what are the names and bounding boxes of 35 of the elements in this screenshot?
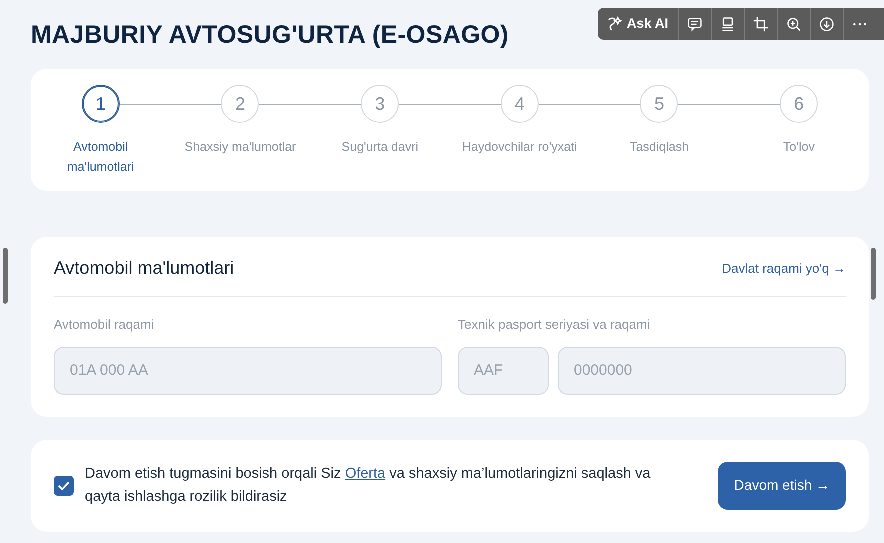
consent-checkbox[interactable] — [54, 476, 74, 496]
input-field[interactable]: 0000000 — [558, 346, 846, 394]
page-title: MAJBURIY AVTOSUG'URTA (E-OSAGO) — [31, 20, 509, 50]
step-circle[interactable]: 6 — [780, 85, 818, 123]
continue-button[interactable]: Davom etish → — [718, 462, 846, 510]
crop-icon — [752, 16, 769, 32]
check-icon — [58, 480, 70, 490]
input-field[interactable]: 01A 000 AA — [54, 346, 442, 394]
step-label: Haydovchilar ro'yxati — [462, 139, 578, 156]
step-circle[interactable]: 4 — [500, 85, 539, 123]
oferta-link[interactable]: Oferta — [345, 466, 386, 482]
zoom-in-icon — [786, 16, 802, 32]
step-label: Shaxsiy ma'lumotlar — [184, 139, 296, 156]
step-circle[interactable]: 3 — [361, 85, 400, 123]
field-label: Avtomobil raqami — [54, 316, 156, 334]
step-label: Tasdiqlash — [630, 139, 690, 156]
step-label: Sug'urta davri — [342, 139, 419, 156]
more-icon — [852, 22, 868, 26]
step-circle[interactable]: 5 — [640, 85, 678, 123]
field-label: Texnik pasport seriyasi va raqami — [458, 316, 652, 334]
no-plate-link[interactable]: Davlat raqami yo'q → — [722, 258, 846, 278]
card-title: Avtomobil ma'lumotlari — [54, 257, 234, 280]
scroll-handle[interactable] — [3, 248, 8, 304]
comment-icon — [686, 16, 703, 32]
ask-ai-button[interactable]: Ask AI — [598, 8, 678, 40]
step-circle[interactable]: 2 — [221, 85, 260, 123]
layout-icon — [720, 16, 736, 32]
consent-text: Davom etish tugmasini bosish orqali Siz Oferta va shaxsiy ma’lumotlaringizni saqlash va qayta ishlashga rozilik bildirasiz — [85, 464, 652, 506]
sparkle-icon — [607, 16, 623, 32]
step-circle[interactable]: 1 — [82, 85, 120, 123]
input-field[interactable]: AAF — [458, 346, 549, 394]
download-icon — [818, 16, 835, 32]
step-label: To'lov — [783, 139, 815, 156]
step-label: Avtomobil ma'lumotlari — [66, 139, 136, 176]
scroll-handle[interactable] — [871, 248, 876, 300]
